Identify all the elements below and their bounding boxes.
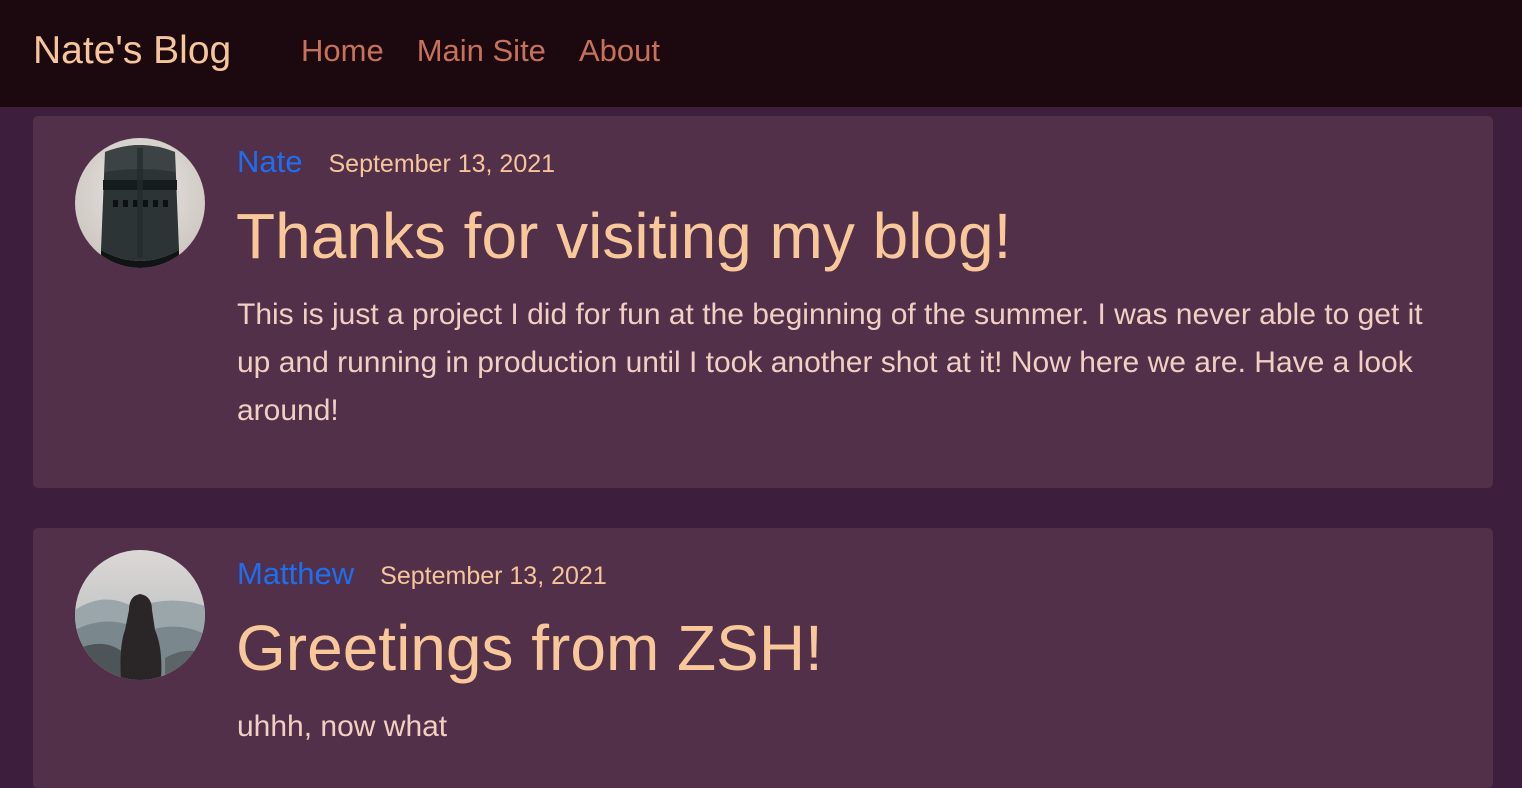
brand-link[interactable]: Nate's Blog xyxy=(33,29,231,73)
post-meta: Matthew September 13, 2021 xyxy=(237,556,607,592)
post-date: September 13, 2021 xyxy=(380,562,607,590)
post-meta: Nate September 13, 2021 xyxy=(237,144,555,180)
top-navbar: Nate's Blog Home Main Site About xyxy=(0,0,1522,107)
post-body: This is just a project I did for fun at … xyxy=(237,298,1423,427)
post-body: uhhh, now what xyxy=(237,710,448,743)
post-date: September 13, 2021 xyxy=(328,150,556,178)
nav-links: Home Main Site About xyxy=(301,33,693,69)
post-card: Nate September 13, 2021 Thanks for visit… xyxy=(33,116,1493,488)
post-author-link[interactable]: Nate xyxy=(237,144,302,180)
post-title-link[interactable]: Thanks for visiting my blog! xyxy=(236,198,1011,274)
post-author-link[interactable]: Matthew xyxy=(237,556,354,592)
author-avatar-knight-helmet xyxy=(75,138,205,268)
nav-link-about[interactable]: About xyxy=(579,33,660,69)
author-avatar-hooded-figure xyxy=(75,550,205,680)
post-title-link[interactable]: Greetings from ZSH! xyxy=(236,610,823,686)
post-card: Matthew September 13, 2021 Greetings fro… xyxy=(33,528,1493,788)
nav-link-home[interactable]: Home xyxy=(301,33,384,69)
nav-link-main-site[interactable]: Main Site xyxy=(417,33,546,69)
